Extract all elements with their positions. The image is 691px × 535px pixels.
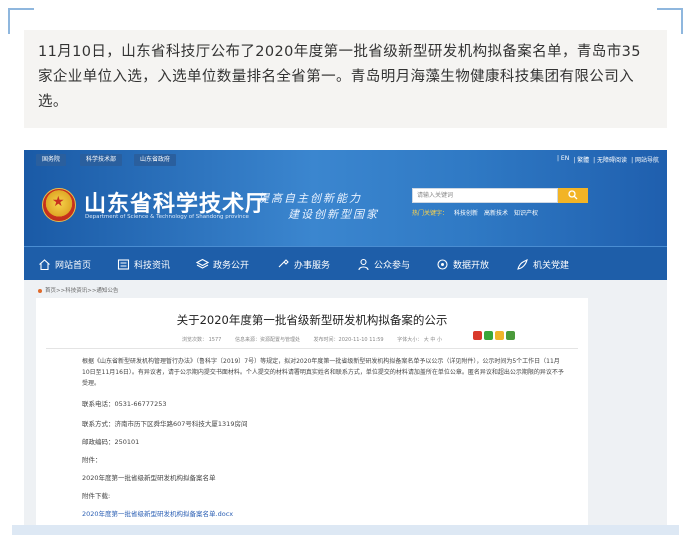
- nav-item-label: 科技资讯: [134, 260, 171, 271]
- intro-text: 11月10日，山东省科技厅公布了2020年度第一批省级新型研发机构拟备案名单，青…: [38, 44, 641, 110]
- top-link-sitemap[interactable]: | 网站导航: [631, 155, 659, 164]
- bottom-strip: [12, 525, 679, 535]
- hot-keyword[interactable]: 科技创新: [454, 208, 478, 217]
- top-link-en[interactable]: | EN: [557, 155, 569, 164]
- search-button[interactable]: [558, 188, 588, 203]
- douban-share-icon[interactable]: [506, 331, 515, 340]
- wechat-share-icon[interactable]: [484, 331, 493, 340]
- contact-phone: 联系电话：0531-66777253: [82, 400, 167, 408]
- main-nav: 网站首页 科技资讯 政务公开 办事服务 公众参与 数据开放 机关党建: [24, 246, 667, 280]
- home-icon: [39, 258, 50, 270]
- info-source: 信息来源：资源配置与管理处: [234, 337, 300, 343]
- hot-keyword[interactable]: 知识产权: [514, 208, 538, 217]
- top-tab-most[interactable]: 科学技术部: [80, 154, 123, 166]
- nav-item-label: 公众参与: [374, 260, 411, 271]
- news-icon: [117, 258, 130, 270]
- article-card: 11月10日，山东省科技厅公布了2020年度第一批省级新型研发机构拟备案名单，青…: [0, 0, 691, 535]
- breadcrumb-dot-icon: [38, 288, 42, 293]
- hot-keywords: 热门关键字： 科技创新 高新技术 知识产权: [412, 208, 538, 217]
- top-tab-state-council[interactable]: 国务院: [36, 154, 67, 166]
- nav-item-public[interactable]: 公众参与: [357, 255, 410, 273]
- content-area: 首页>>科技资讯>>通知公告 关于2020年度第一批省级新型研发机构拟备案的公示…: [24, 280, 667, 530]
- nav-item-label: 办事服务: [294, 260, 331, 271]
- top-bar: 国务院 科学技术部 山东省政府 | EN | 繁體 | 无障碍阅读 | 网站导航: [24, 150, 667, 168]
- nav-item-party[interactable]: 机关党建: [516, 255, 569, 273]
- party-icon: [517, 258, 528, 270]
- site-header: 国务院 科学技术部 山东省政府 | EN | 繁體 | 无障碍阅读 | 网站导航…: [24, 150, 667, 246]
- hot-keyword[interactable]: 高新技术: [484, 208, 508, 217]
- weibo-share-icon[interactable]: [473, 331, 482, 340]
- service-icon: [278, 258, 289, 267]
- view-count: 浏览次数： 1577: [182, 337, 222, 343]
- slogan-line-1: 提高自主创新能力: [258, 192, 362, 205]
- top-link-accessibility[interactable]: | 无障碍阅读: [593, 155, 627, 164]
- attachment-name: 2020年度第一批省级新型研发机构拟备案名单: [82, 474, 216, 482]
- article-title: 关于2020年度第一批省级新型研发机构拟备案的公示: [176, 313, 448, 327]
- nav-item-services[interactable]: 办事服务: [277, 255, 330, 273]
- postcode: 邮政编码：250101: [82, 438, 140, 446]
- search-input[interactable]: 请输入关键词: [412, 188, 558, 203]
- top-tab-provincial-gov[interactable]: 山东省政府: [134, 154, 177, 166]
- meta-divider: [46, 348, 578, 349]
- font-size-control[interactable]: 字体大小： 大 中 小: [397, 337, 442, 343]
- nav-item-home[interactable]: 网站首页: [38, 255, 91, 273]
- breadcrumb-text[interactable]: 首页>>科技资讯>>通知公告: [45, 288, 118, 294]
- nav-item-gov-affairs[interactable]: 政务公开: [196, 255, 249, 273]
- article-panel: 关于2020年度第一批省级新型研发机构拟备案的公示 浏览次数： 1577 信息来…: [36, 298, 588, 530]
- breadcrumb: 首页>>科技资讯>>通知公告: [38, 286, 118, 294]
- hot-keywords-label: 热门关键字：: [412, 210, 449, 217]
- nav-item-news[interactable]: 科技资讯: [117, 255, 170, 273]
- search-icon: [568, 190, 578, 200]
- nav-item-open-data[interactable]: 数据开放: [436, 255, 489, 273]
- nav-item-label: 政务公开: [213, 260, 250, 271]
- intro-box: 11月10日，山东省科技厅公布了2020年度第一批省级新型研发机构拟备案名单，青…: [24, 30, 667, 128]
- download-label: 附件下载:: [82, 492, 111, 500]
- nav-item-label: 机关党建: [533, 260, 570, 271]
- site-subtitle: Department of Science & Technology of Sh…: [85, 214, 249, 220]
- nav-item-label: 数据开放: [453, 260, 490, 271]
- publish-date: 发布时间：2020-11-10 11:59: [313, 337, 384, 343]
- top-link-traditional[interactable]: | 繁體: [573, 155, 589, 164]
- people-icon: [358, 258, 369, 270]
- layers-icon: [196, 258, 209, 269]
- share-icons: [473, 331, 515, 340]
- article-body: 根据《山东省新型研发机构管理暂行办法》（鲁科字〔2019〕7号）等规定，拟对20…: [82, 358, 564, 387]
- download-link[interactable]: 2020年度第一批省级新型研发机构拟备案名单.docx: [82, 508, 233, 518]
- slogan-line-2: 建设创新型国家: [288, 208, 379, 221]
- top-links: | EN | 繁體 | 无障碍阅读 | 网站导航: [557, 155, 659, 164]
- qzone-share-icon[interactable]: [495, 331, 504, 340]
- data-icon: [437, 258, 448, 270]
- contact-address: 联系方式：济南市历下区舜华路607号科技大厦1319房间: [82, 420, 248, 428]
- national-emblem-icon: [42, 188, 76, 222]
- nav-item-label: 网站首页: [55, 260, 92, 271]
- website-screenshot: 国务院 科学技术部 山东省政府 | EN | 繁體 | 无障碍阅读 | 网站导航…: [24, 150, 667, 530]
- attachment-label: 附件：: [82, 456, 102, 464]
